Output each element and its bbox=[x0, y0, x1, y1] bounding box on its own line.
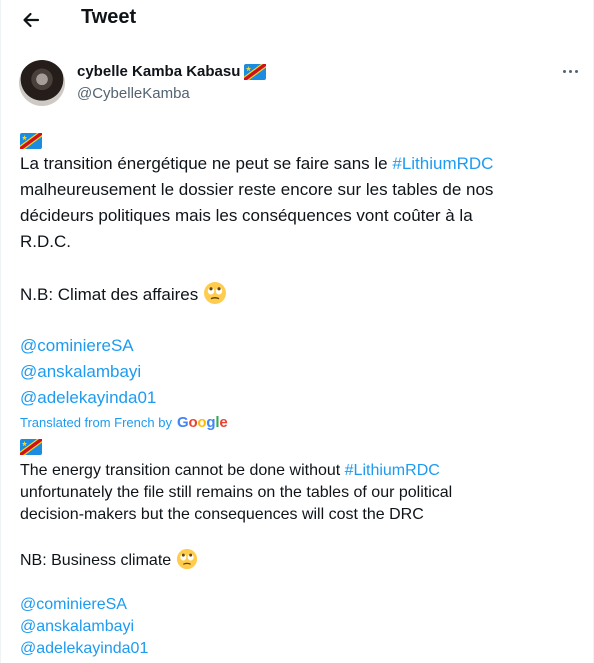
flag-dr-congo-icon bbox=[244, 63, 267, 80]
google-logo-letter: G bbox=[176, 414, 189, 431]
arrow-left-icon bbox=[23, 12, 40, 28]
flag-dr-congo-icon bbox=[20, 438, 42, 455]
nb-text: N.B: Climat des affaires bbox=[20, 285, 199, 304]
author-name-row[interactable]: cybelle Kamba Kabasu bbox=[77, 63, 267, 80]
rolling-eyes-emoji-icon bbox=[176, 548, 198, 570]
rolling-eyes-emoji-icon bbox=[203, 281, 227, 305]
translation-text-line: The energy transition cannot be done wit… bbox=[20, 460, 580, 482]
author-name[interactable]: cybelle Kamba Kabasu bbox=[77, 63, 240, 80]
nb-line: N.B: Climat des affaires bbox=[20, 281, 580, 308]
tweet-text-line: La transition énergétique ne peut se fai… bbox=[20, 151, 580, 177]
tweet-text-line: malheureusement le dossier reste encore … bbox=[20, 180, 494, 199]
tweet-detail-panel: Tweet cybelle Kamba Kabasu @CybelleKamba bbox=[0, 0, 594, 663]
tweet-text-fragment: La transition énergétique ne peut se fai… bbox=[20, 154, 393, 173]
mention-link[interactable]: @cominiereSA bbox=[20, 333, 580, 359]
tweet-text-line: R.D.C. bbox=[20, 232, 71, 251]
page-title: Tweet bbox=[81, 6, 137, 28]
flag-line bbox=[20, 127, 580, 153]
translated-label: Translated from French by bbox=[20, 415, 172, 430]
hashtag-link[interactable]: #LithiumRDC bbox=[392, 154, 493, 173]
nb-line: NB: Business climate bbox=[20, 548, 580, 572]
hashtag-link[interactable]: #LithiumRDC bbox=[345, 462, 440, 479]
mention-link[interactable]: @adelekayinda01 bbox=[20, 638, 580, 660]
more-dot bbox=[569, 70, 572, 73]
mention-link-text[interactable]: @adelekayinda01 bbox=[20, 640, 148, 657]
mention-link-text[interactable]: @adelekayinda01 bbox=[20, 388, 156, 407]
translated-by-link[interactable]: Translated from French by Google bbox=[20, 414, 228, 431]
translation-text-fragment: The energy transition cannot be done wit… bbox=[20, 462, 345, 479]
mention-link-text[interactable]: @anskalambayi bbox=[20, 362, 141, 381]
tweet-text-line: décideurs politiques mais les conséquenc… bbox=[20, 206, 473, 225]
back-button[interactable] bbox=[15, 4, 47, 36]
google-logo: Google bbox=[177, 414, 228, 431]
mention-link[interactable]: @anskalambayi bbox=[20, 359, 580, 385]
google-logo-letter: g bbox=[206, 414, 216, 431]
avatar[interactable] bbox=[19, 60, 65, 106]
nb-text: NB: Business climate bbox=[20, 552, 172, 569]
mention-link[interactable]: @anskalambayi bbox=[20, 616, 580, 638]
google-logo-letter: e bbox=[219, 414, 228, 431]
mention-link[interactable]: @cominiereSA bbox=[20, 594, 580, 616]
mention-link-text[interactable]: @cominiereSA bbox=[20, 336, 134, 355]
mention-link[interactable]: @adelekayinda01 bbox=[20, 385, 580, 411]
more-options-button[interactable] bbox=[559, 60, 583, 84]
tweet-header: Tweet bbox=[1, 0, 594, 40]
more-horizontal-icon bbox=[563, 70, 566, 73]
translation-text-line: decision-makers but the consequences wil… bbox=[20, 506, 424, 523]
mention-link-text[interactable]: @cominiereSA bbox=[20, 596, 127, 613]
more-dot bbox=[575, 70, 578, 73]
mention-link-text[interactable]: @anskalambayi bbox=[20, 618, 134, 635]
author-handle[interactable]: @CybelleKamba bbox=[77, 85, 190, 102]
flag-dr-congo-icon bbox=[20, 132, 42, 149]
translation-text-line: unfortunately the file still remains on … bbox=[20, 484, 453, 501]
flag-line bbox=[20, 436, 580, 458]
